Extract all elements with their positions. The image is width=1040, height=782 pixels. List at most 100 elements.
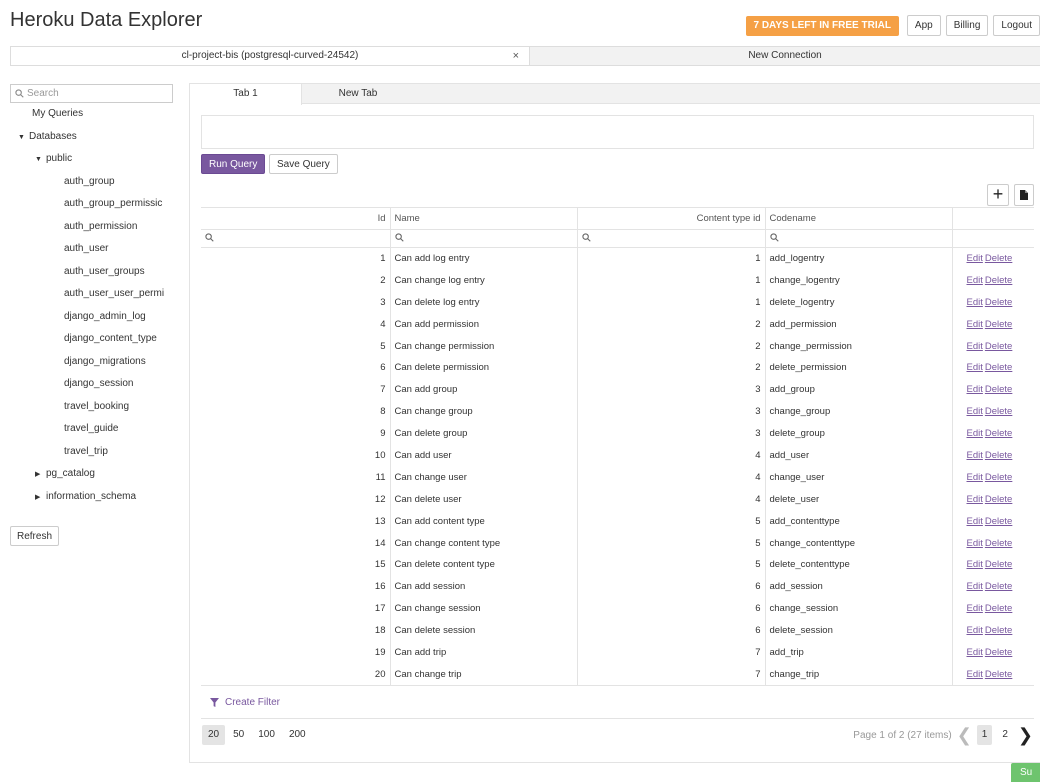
page-size-20[interactable]: 20 (202, 725, 226, 745)
table-row[interactable]: 3 Can delete log entry 1 delete_logentry Edi… (201, 291, 1034, 314)
sidebar-table-item[interactable]: django_migrations (10, 351, 174, 374)
cell-codename[interactable]: add_permission (765, 313, 953, 336)
sidebar-item-public[interactable]: ▼ public (10, 148, 174, 171)
query-editor[interactable] (201, 115, 1034, 149)
column-filter-id[interactable] (201, 229, 391, 248)
edit-link[interactable]: Edit (967, 253, 983, 264)
chevron-left-icon[interactable]: ❮ (957, 726, 972, 744)
edit-link[interactable]: Edit (967, 494, 983, 505)
edit-link[interactable]: Edit (967, 450, 983, 461)
tab-1[interactable]: Tab 1 (190, 84, 302, 105)
cell-id[interactable]: 9 (201, 422, 391, 445)
cell-content-type-id[interactable]: 3 (577, 422, 766, 445)
table-row[interactable]: 4 Can add permission 2 add_permission Edit De… (201, 313, 1034, 336)
edit-link[interactable]: Edit (967, 319, 983, 330)
edit-link[interactable]: Edit (967, 472, 983, 483)
delete-link[interactable]: Delete (985, 559, 1012, 570)
table-row[interactable]: 1 Can add log entry 1 add_logentry Edit Delet… (201, 247, 1034, 270)
sidebar-table-item[interactable]: auth_permission (10, 216, 174, 239)
delete-link[interactable]: Delete (985, 516, 1012, 527)
sidebar-table-item[interactable]: auth_group_permissic (10, 193, 174, 216)
cell-id[interactable]: 12 (201, 488, 391, 511)
cell-content-type-id[interactable]: 4 (577, 488, 766, 511)
app-button[interactable]: App (906, 15, 941, 36)
cell-codename[interactable]: change_contenttype (765, 532, 953, 554)
run-query-button[interactable]: Run Query (201, 154, 266, 174)
sidebar-table-item[interactable]: auth_user_user_permi (10, 283, 174, 306)
cell-content-type-id[interactable]: 5 (577, 532, 766, 554)
cell-id[interactable]: 6 (201, 356, 391, 379)
cell-name[interactable]: Can delete content type (390, 553, 578, 576)
table-row[interactable]: 18 Can delete session 6 delete_session Edit D… (201, 619, 1034, 642)
cell-id[interactable]: 15 (201, 553, 391, 576)
table-row[interactable]: 6 Can delete permission 2 delete_permission… (201, 356, 1034, 379)
edit-link[interactable]: Edit (967, 428, 983, 439)
table-row[interactable]: 2 Can change log entry 1 change_logentry Edi… (201, 269, 1034, 292)
billing-button[interactable]: Billing (945, 15, 989, 36)
delete-link[interactable]: Delete (985, 384, 1012, 395)
page-1-button[interactable]: 1 (976, 725, 993, 745)
create-filter-link[interactable]: Create Filter (210, 697, 280, 708)
edit-link[interactable]: Edit (967, 538, 983, 549)
cell-id[interactable]: 10 (201, 444, 391, 467)
cell-id[interactable]: 1 (201, 247, 391, 270)
delete-link[interactable]: Delete (985, 647, 1012, 658)
cell-codename[interactable]: change_logentry (765, 269, 953, 292)
edit-link[interactable]: Edit (967, 362, 983, 373)
edit-link[interactable]: Edit (967, 625, 983, 636)
table-row[interactable]: 9 Can delete group 3 delete_group Edit Delete (201, 422, 1034, 445)
cell-content-type-id[interactable]: 2 (577, 356, 766, 379)
table-row[interactable]: 13 Can add content type 5 add_contenttype Ed… (201, 510, 1034, 533)
cell-content-type-id[interactable]: 7 (577, 663, 766, 686)
cell-name[interactable]: Can add user (390, 444, 578, 467)
sidebar-table-item[interactable]: auth_user (10, 238, 174, 261)
page-size-200[interactable]: 200 (283, 725, 312, 745)
delete-link[interactable]: Delete (985, 341, 1012, 352)
add-row-button[interactable]: + (987, 184, 1009, 206)
cell-content-type-id[interactable]: 6 (577, 619, 766, 642)
cell-id[interactable]: 13 (201, 510, 391, 533)
cell-name[interactable]: Can add session (390, 575, 578, 598)
cell-content-type-id[interactable]: 5 (577, 553, 766, 576)
edit-link[interactable]: Edit (967, 669, 983, 680)
cell-codename[interactable]: delete_group (765, 422, 953, 445)
delete-link[interactable]: Delete (985, 428, 1012, 439)
cell-content-type-id[interactable]: 4 (577, 444, 766, 467)
cell-id[interactable]: 11 (201, 466, 391, 489)
support-button[interactable]: Su (1011, 763, 1040, 782)
table-row[interactable]: 8 Can change group 3 change_group Edit Delete (201, 400, 1034, 423)
table-row[interactable]: 19 Can add trip 7 add_trip Edit Delete (201, 641, 1034, 664)
cell-name[interactable]: Can delete user (390, 488, 578, 511)
sidebar-table-item[interactable]: auth_group (10, 171, 174, 194)
page-size-100[interactable]: 100 (252, 725, 281, 745)
sidebar-item-information-schema[interactable]: ▶ information_schema (10, 486, 174, 509)
cell-codename[interactable]: delete_session (765, 619, 953, 642)
cell-content-type-id[interactable]: 3 (577, 378, 766, 401)
cell-name[interactable]: Can change user (390, 466, 578, 489)
sidebar-table-item[interactable]: travel_guide (10, 418, 174, 441)
column-filter-content-type-id[interactable] (577, 229, 766, 248)
cell-name[interactable]: Can add group (390, 378, 578, 401)
cell-codename[interactable]: change_permission (765, 335, 953, 357)
cell-name[interactable]: Can change group (390, 400, 578, 423)
edit-link[interactable]: Edit (967, 406, 983, 417)
cell-content-type-id[interactable]: 1 (577, 247, 766, 270)
cell-name[interactable]: Can delete log entry (390, 291, 578, 314)
chevron-right-icon[interactable]: ❯ (1018, 726, 1033, 744)
column-filter-name[interactable] (390, 229, 578, 248)
export-button[interactable] (1014, 184, 1034, 206)
cell-id[interactable]: 14 (201, 532, 391, 554)
sidebar-item-databases[interactable]: ▼ Databases (10, 126, 174, 149)
cell-codename[interactable]: delete_contenttype (765, 553, 953, 576)
column-header-codename[interactable]: Codename (765, 207, 953, 230)
cell-id[interactable]: 19 (201, 641, 391, 664)
column-header-id[interactable]: Id (201, 207, 391, 230)
delete-link[interactable]: Delete (985, 538, 1012, 549)
cell-codename[interactable]: add_group (765, 378, 953, 401)
table-row[interactable]: 17 Can change session 6 change_session Edit D… (201, 597, 1034, 620)
edit-link[interactable]: Edit (967, 581, 983, 592)
cell-name[interactable]: Can change permission (390, 335, 578, 357)
cell-codename[interactable]: delete_user (765, 488, 953, 511)
delete-link[interactable]: Delete (985, 603, 1012, 614)
delete-link[interactable]: Delete (985, 275, 1012, 286)
